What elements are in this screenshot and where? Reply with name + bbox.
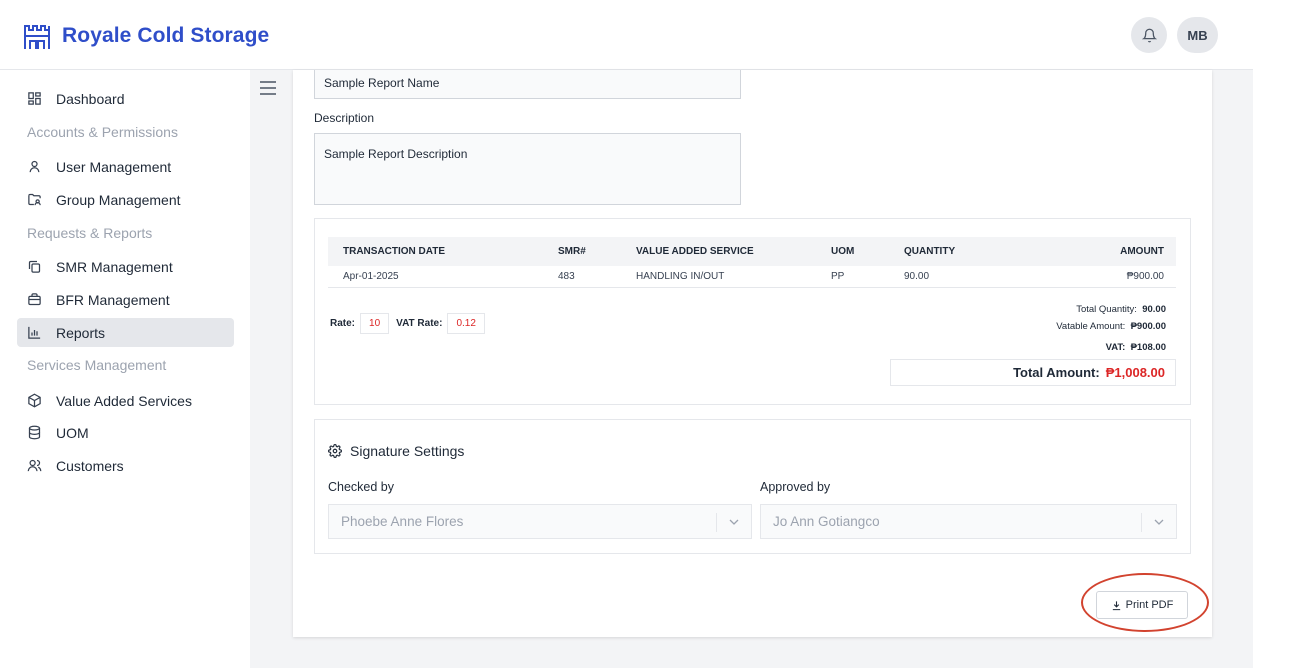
chevron-down-icon bbox=[1154, 519, 1164, 525]
vat-label: VAT: bbox=[1105, 342, 1126, 353]
gear-icon bbox=[328, 444, 342, 458]
notifications-button[interactable] bbox=[1131, 17, 1167, 53]
sidebar-item-label: BFR Management bbox=[56, 291, 170, 308]
sidebar-item-user-management[interactable]: User Management bbox=[17, 152, 234, 181]
bar-chart-icon bbox=[28, 326, 41, 339]
transactions-table: TRANSACTION DATE SMR# VALUE ADDED SERVIC… bbox=[328, 237, 1176, 288]
users-icon bbox=[27, 459, 42, 472]
vat-rate-label: VAT Rate: bbox=[396, 318, 443, 329]
top-bar: Royale Cold Storage MB bbox=[0, 0, 1253, 70]
vatable-amount-line: Vatable Amount: ₱900.00 bbox=[900, 321, 1166, 332]
dashboard-icon bbox=[28, 92, 41, 105]
sidebar-section-services: Services Management bbox=[27, 357, 167, 373]
description-textarea[interactable]: Sample Report Description bbox=[314, 133, 741, 205]
column-header: SMR# bbox=[543, 237, 621, 266]
rate-row: Rate: 10 VAT Rate: 0.12 bbox=[330, 313, 492, 334]
column-header: AMOUNT bbox=[1019, 237, 1176, 266]
approved-by-value: Jo Ann Gotiangco bbox=[773, 514, 880, 529]
cell-smr: 483 bbox=[543, 266, 621, 288]
column-header: UOM bbox=[816, 237, 889, 266]
signature-settings-title: Signature Settings bbox=[350, 443, 465, 459]
vatable-amount-value: ₱900.00 bbox=[1130, 321, 1166, 332]
cell-uom: PP bbox=[816, 266, 889, 288]
description-label: Description bbox=[314, 111, 375, 125]
print-pdf-button[interactable]: Print PDF bbox=[1096, 591, 1188, 619]
download-icon bbox=[1112, 600, 1120, 610]
brand-logo[interactable]: Royale Cold Storage bbox=[22, 22, 269, 50]
sidebar-item-label: SMR Management bbox=[56, 258, 173, 275]
total-amount-label: Total Amount: bbox=[1013, 365, 1100, 380]
select-divider bbox=[1141, 513, 1142, 532]
database-icon bbox=[28, 425, 41, 440]
total-quantity-value: 90.00 bbox=[1142, 304, 1166, 315]
sidebar-item-label: Dashboard bbox=[56, 90, 125, 107]
checked-by-select[interactable]: Phoebe Anne Flores bbox=[328, 504, 752, 539]
chevron-down-icon bbox=[729, 519, 739, 525]
print-pdf-label: Print PDF bbox=[1125, 599, 1174, 611]
checked-by-label: Checked by bbox=[328, 480, 395, 494]
user-avatar[interactable]: MB bbox=[1177, 17, 1218, 53]
vat-value: ₱108.00 bbox=[1130, 342, 1166, 353]
briefcase-icon bbox=[28, 293, 41, 306]
sidebar-item-label: Customers bbox=[56, 457, 124, 474]
app-title: Royale Cold Storage bbox=[62, 24, 270, 47]
sidebar-item-smr-management[interactable]: SMR Management bbox=[17, 252, 234, 281]
sidebar-item-customers[interactable]: Customers bbox=[17, 451, 234, 480]
vatable-amount-label: Vatable Amount: bbox=[1056, 321, 1126, 332]
page-edge bbox=[1253, 0, 1293, 668]
total-amount-box: Total Amount: ₱1,008.00 bbox=[890, 359, 1176, 386]
castle-logo-icon bbox=[24, 25, 50, 49]
sidebar-item-bfr-management[interactable]: BFR Management bbox=[17, 285, 234, 314]
sidebar-section-requests: Requests & Reports bbox=[27, 225, 153, 241]
total-amount-value: ₱1,008.00 bbox=[1105, 365, 1165, 380]
total-quantity-line: Total Quantity: 90.00 bbox=[900, 304, 1166, 315]
sidebar-item-dashboard[interactable]: Dashboard bbox=[17, 84, 234, 113]
checked-by-value: Phoebe Anne Flores bbox=[341, 514, 464, 529]
menu-icon bbox=[260, 81, 276, 95]
package-icon bbox=[28, 393, 41, 408]
select-divider bbox=[716, 513, 717, 532]
vat-line: VAT: ₱108.00 bbox=[900, 342, 1166, 353]
user-icon bbox=[29, 160, 40, 173]
column-header: VALUE ADDED SERVICE bbox=[621, 237, 816, 266]
signature-settings-heading: Signature Settings bbox=[328, 443, 464, 459]
approved-by-select[interactable]: Jo Ann Gotiangco bbox=[760, 504, 1177, 539]
table-header-row: TRANSACTION DATE SMR# VALUE ADDED SERVIC… bbox=[328, 237, 1176, 266]
column-header: QUANTITY bbox=[889, 237, 1019, 266]
bell-icon bbox=[1141, 28, 1157, 42]
sidebar-item-label: Group Management bbox=[56, 191, 181, 208]
sidebar-item-label: Reports bbox=[56, 324, 106, 341]
sidebar-item-label: User Management bbox=[56, 158, 172, 175]
cell-amount: ₱900.00 bbox=[1019, 266, 1176, 288]
cell-quantity: 90.00 bbox=[889, 266, 1019, 288]
sidebar-section-accounts: Accounts & Permissions bbox=[27, 124, 178, 140]
sidebar-toggle-button[interactable] bbox=[259, 80, 277, 101]
cell-date: Apr-01-2025 bbox=[328, 266, 543, 288]
rate-value: 10 bbox=[360, 313, 390, 334]
vat-rate-value: 0.12 bbox=[447, 313, 485, 334]
sidebar-item-label: Value Added Services bbox=[56, 392, 192, 409]
approved-by-label: Approved by bbox=[760, 480, 831, 494]
folder-users-icon bbox=[28, 193, 41, 206]
total-quantity-label: Total Quantity: bbox=[1076, 304, 1137, 315]
sidebar-item-value-added-services[interactable]: Value Added Services bbox=[17, 386, 234, 415]
cell-service: HANDLING IN/OUT bbox=[621, 266, 816, 288]
sidebar-item-reports[interactable]: Reports bbox=[17, 318, 234, 347]
sidebar-item-uom[interactable]: UOM bbox=[17, 418, 234, 447]
copy-icon bbox=[28, 260, 41, 273]
sidebar-item-group-management[interactable]: Group Management bbox=[17, 185, 234, 214]
report-name-input[interactable]: Sample Report Name bbox=[314, 70, 741, 99]
table-row: Apr-01-2025 483 HANDLING IN/OUT PP 90.00… bbox=[328, 266, 1176, 288]
rate-label: Rate: bbox=[330, 318, 356, 329]
sidebar-item-label: UOM bbox=[56, 424, 89, 441]
column-header: TRANSACTION DATE bbox=[328, 237, 543, 266]
